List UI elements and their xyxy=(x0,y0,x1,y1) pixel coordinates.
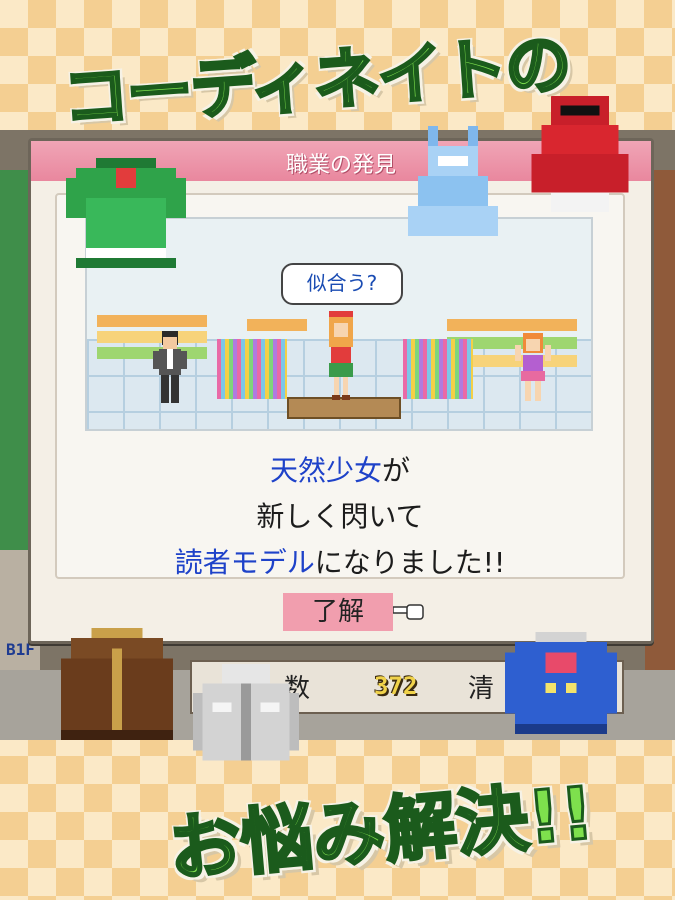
stat-label-2: 清 xyxy=(468,674,495,704)
shelf xyxy=(97,315,207,327)
cheering-girl-sprite xyxy=(515,333,551,401)
message-line-1-rest: が xyxy=(382,454,411,487)
girl-model-sprite xyxy=(329,311,353,400)
pointing-hand-icon xyxy=(393,604,424,620)
speech-bubble: 似合う? xyxy=(281,263,403,305)
shelf xyxy=(447,319,577,331)
shelf xyxy=(97,347,207,359)
message-line-1: 天然少女が xyxy=(57,449,623,489)
ok-button[interactable]: 了解 xyxy=(283,593,393,631)
clothing-rack xyxy=(217,339,287,399)
job-name: 読者モデル xyxy=(174,546,315,579)
blue-uniform-icon xyxy=(504,632,618,734)
shopkeeper-sprite xyxy=(153,331,187,403)
brown-coat-icon xyxy=(61,628,173,740)
blue-dress-icon xyxy=(408,126,498,236)
message-line-3-rest: になりました!! xyxy=(314,546,506,579)
shelf xyxy=(97,331,207,343)
green-dress-icon xyxy=(66,158,186,268)
shelf xyxy=(247,319,307,331)
character-name: 天然少女 xyxy=(269,454,382,487)
message-line-2: 新しく閃いて xyxy=(256,500,424,533)
stat-value: 372 xyxy=(374,672,418,700)
red-gown-icon xyxy=(531,96,629,212)
white-jacket-icon xyxy=(193,664,299,761)
message-line-3: 読者モデルになりました!! xyxy=(57,541,623,581)
clothing-rack xyxy=(403,339,473,399)
